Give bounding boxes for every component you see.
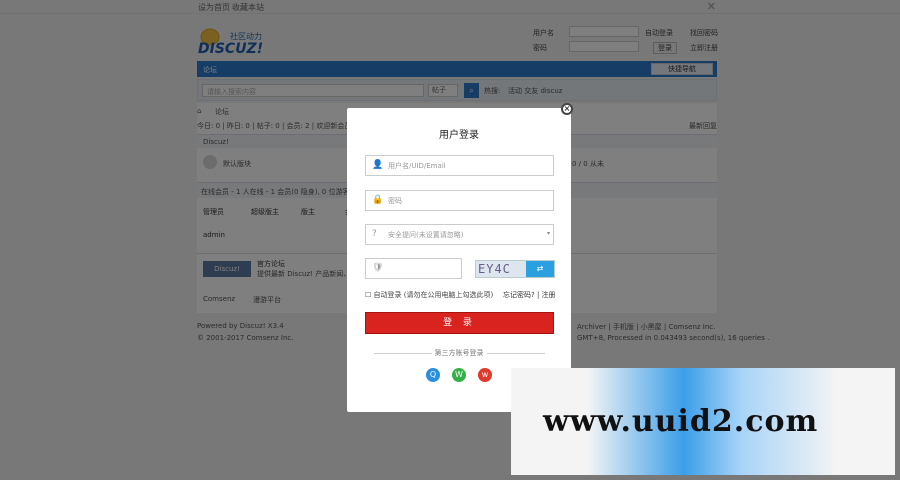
question-placeholder: 安全提问(未设置请忽略) — [388, 231, 464, 239]
security-question-select[interactable]: ? 安全提问(未设置请忽略) ▾ — [365, 224, 554, 245]
weibo-icon[interactable]: w — [478, 368, 492, 382]
lock-icon: 🔒 — [372, 195, 384, 205]
question-icon: ? — [372, 229, 377, 239]
captcha-input[interactable]: 🛡 — [365, 258, 462, 279]
watermark-banner: www.uuid2.com — [511, 368, 895, 475]
checkbox-icon[interactable]: ☐ — [365, 291, 371, 299]
captcha-refresh-icon[interactable]: ⇄ — [526, 261, 554, 277]
close-modal-icon[interactable]: × — [561, 103, 573, 115]
password-field[interactable]: 🔒 密码 — [365, 190, 554, 211]
user-icon: 👤 — [372, 160, 384, 170]
divider-right — [487, 353, 545, 354]
login-submit-button[interactable]: 登 录 — [365, 312, 554, 334]
password-placeholder: 密码 — [388, 197, 402, 205]
captcha-image[interactable]: EY4C ⇄ — [475, 260, 555, 278]
wechat-icon[interactable]: W — [452, 368, 466, 382]
captcha-code: EY4C — [478, 262, 511, 276]
username-field[interactable]: 👤 用户名/UID/Email — [365, 155, 554, 176]
login-modal: 用户登录 👤 用户名/UID/Email 🔒 密码 ? 安全提问(未设置请忽略)… — [347, 108, 571, 412]
remember-checkbox[interactable]: ☐ 自动登录 (请勿在公用电脑上勾选此项) — [365, 290, 493, 300]
chevron-down-icon: ▾ — [546, 230, 550, 237]
shield-icon: 🛡 — [372, 263, 384, 273]
forgot-register-links[interactable]: 忘记密码? | 注册 — [503, 290, 556, 300]
username-placeholder: 用户名/UID/Email — [388, 162, 446, 170]
remember-label: 自动登录 (请勿在公用电脑上勾选此项) — [373, 291, 494, 299]
qq-icon[interactable]: Q — [426, 368, 440, 382]
modal-title: 用户登录 — [439, 130, 479, 141]
watermark-text: www.uuid2.com — [543, 404, 819, 439]
